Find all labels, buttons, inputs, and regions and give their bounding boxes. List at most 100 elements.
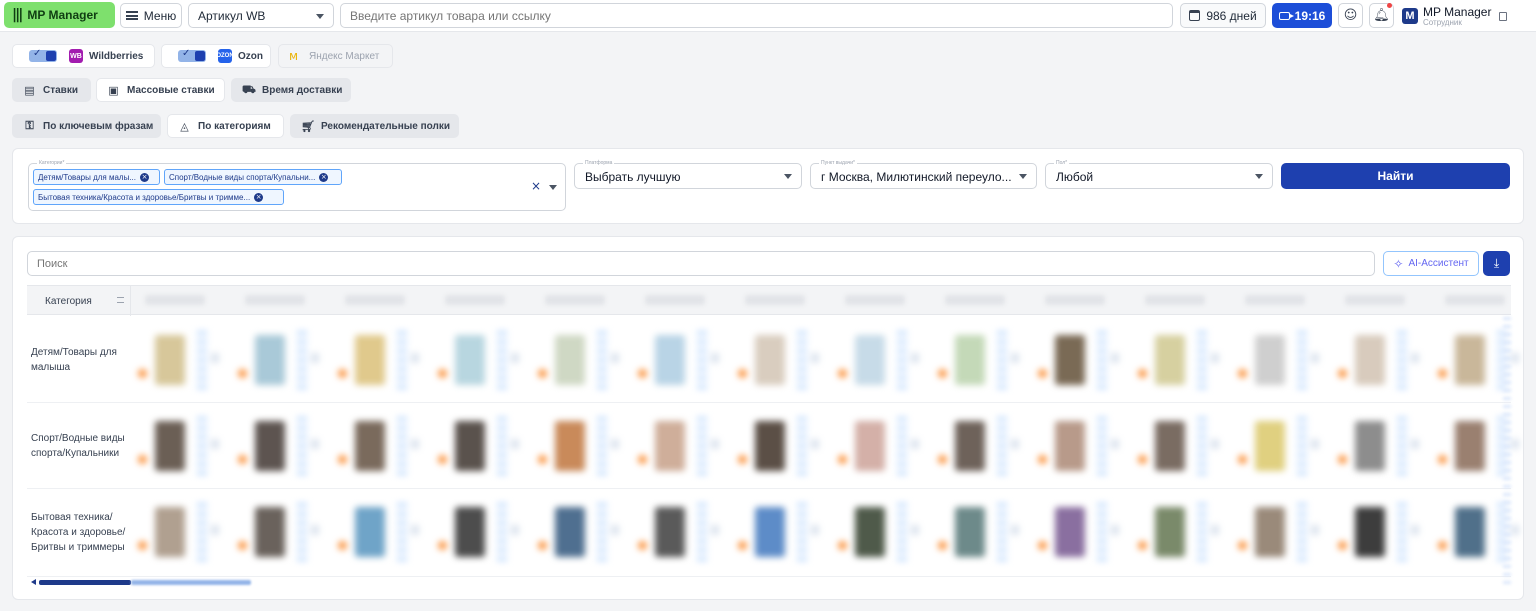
top-bar: ||| MP Manager Меню Артикул WB 986 дней …	[0, 0, 1536, 32]
marketplace-yandex[interactable]: ᴍ Яндекс Маркет	[278, 44, 393, 68]
blurred-product-cell	[635, 411, 725, 481]
copy-icon[interactable]	[1499, 11, 1508, 21]
sex-value: Любой	[1056, 170, 1094, 184]
blurred-column-header	[1345, 295, 1405, 305]
tab-by-keywords-label: По ключевым фразам	[43, 120, 154, 132]
tab-by-categories[interactable]: ◬ По категориям	[167, 114, 284, 138]
wildberries-label: Wildberries	[89, 50, 144, 62]
blurred-product-cell	[1135, 411, 1225, 481]
remove-chip-icon[interactable]: ×	[140, 172, 149, 182]
category-chip[interactable]: Спорт/Водные виды спорта/Купальни... ×	[164, 169, 342, 185]
tab-mass-bids-label: Массовые ставки	[127, 84, 215, 96]
categories-label: Категории*	[37, 159, 67, 167]
smiley-button[interactable]: ☺	[1338, 3, 1363, 28]
cart-icon: 🛒︎	[301, 119, 315, 133]
sex-select[interactable]: Пол* Любой	[1045, 159, 1273, 189]
article-type-select[interactable]: Артикул WB	[188, 3, 334, 28]
ozon-toggle[interactable]: ✓	[178, 48, 206, 62]
marketplace-ozon[interactable]: ✓ OZON Ozon	[161, 44, 271, 68]
brand-mark-icon: |||	[12, 7, 23, 23]
mass-bids-icon: ▣	[108, 83, 119, 97]
table-row: Детям/Товары для малыша	[27, 317, 1519, 403]
brand-name: MP Manager	[27, 8, 98, 22]
column-menu-icon[interactable]	[117, 297, 124, 303]
blurred-product-cell	[235, 325, 325, 395]
row-category-label: Спорт/Водные виды спорта/Купальники	[27, 403, 131, 488]
category-chip[interactable]: Детям/Товары для малы... ×	[33, 169, 160, 185]
remove-chip-icon[interactable]: ×	[254, 192, 264, 202]
find-button[interactable]: Найти	[1281, 163, 1510, 189]
ai-assistant-label: AI-Ассистент	[1408, 258, 1469, 269]
wildberries-logo-icon: WB	[69, 49, 83, 63]
hamburger-icon	[125, 11, 138, 20]
scroll-left-icon[interactable]	[31, 579, 36, 585]
scroll-thumb[interactable]	[39, 580, 131, 585]
category-chip[interactable]: Бытовая техника/Красота и здоровье/Бритв…	[33, 189, 284, 205]
blurred-product-cell	[1235, 411, 1325, 481]
marketplace-wildberries[interactable]: ✓ WB Wildberries	[12, 44, 155, 68]
blurred-product-cell	[1035, 411, 1125, 481]
truck-icon: ⛟	[242, 82, 256, 96]
categories-select[interactable]: Категории* Детям/Товары для малы... × Сп…	[28, 159, 566, 211]
blurred-column-header	[1445, 295, 1505, 305]
tab-delivery-time[interactable]: ⛟ Время доставки	[231, 78, 351, 102]
notifications-button[interactable]: 🔔︎	[1369, 3, 1394, 28]
timer-button[interactable]: 19:16	[1272, 3, 1332, 28]
bids-icon: ▤	[24, 83, 35, 97]
vertical-scrollbar[interactable]	[1503, 317, 1511, 589]
remove-chip-icon[interactable]: ×	[319, 172, 329, 182]
scroll-track	[131, 580, 251, 585]
blurred-column-header	[145, 295, 205, 305]
platform-select[interactable]: Платформа Выбрать лучшую	[574, 159, 802, 189]
results-search-input[interactable]	[27, 251, 1375, 276]
pickup-point-label: Пункт выдачи*	[819, 159, 857, 167]
pickup-point-select[interactable]: Пункт выдачи* г Москва, Милютинский пере…	[810, 159, 1037, 189]
blurred-product-cell	[1335, 497, 1425, 567]
ai-assistant-button[interactable]: ✧ AI-Ассистент	[1383, 251, 1479, 276]
chevron-down-icon	[1255, 174, 1263, 179]
blurred-column-header	[945, 295, 1005, 305]
menu-label: Меню	[143, 8, 177, 23]
filters-panel: Категории* Детям/Товары для малы... × Сп…	[12, 148, 1524, 224]
blurred-product-cell	[935, 325, 1025, 395]
account-text: MP Manager Сотрудник	[1423, 6, 1491, 27]
tab-by-categories-label: По категориям	[198, 120, 271, 132]
brand-logo[interactable]: ||| MP Manager	[4, 2, 115, 28]
blurred-product-cell	[635, 325, 725, 395]
account-menu[interactable]: M MP Manager Сотрудник	[1402, 2, 1528, 30]
blurred-product-cell	[1035, 497, 1125, 567]
blurred-product-cell	[635, 497, 725, 567]
results-panel: ✧ AI-Ассистент ⤓ Категория Детям/Товары …	[12, 236, 1524, 600]
blurred-product-cell	[135, 497, 225, 567]
account-role: Сотрудник	[1423, 17, 1462, 27]
horizontal-scrollbar[interactable]	[31, 579, 1511, 586]
platform-label: Платформа	[583, 159, 615, 167]
tab-recommended-shelves[interactable]: 🛒︎ Рекомендательные полки	[290, 114, 459, 138]
wildberries-toggle[interactable]: ✓	[29, 48, 57, 62]
tab-bids[interactable]: ▤ Ставки	[12, 78, 91, 102]
avatar: M	[1402, 8, 1418, 24]
blurred-product-cell	[1135, 325, 1225, 395]
timer-value: 19:16	[1294, 8, 1326, 23]
blurred-column-header	[245, 295, 305, 305]
download-button[interactable]: ⤓	[1483, 251, 1510, 276]
subscription-days-button[interactable]: 986 дней	[1180, 3, 1266, 28]
category-column-header[interactable]: Категория	[27, 286, 131, 316]
tab-by-keywords[interactable]: ⚿ По ключевым фразам	[12, 114, 161, 138]
days-label: 986 дней	[1206, 8, 1257, 23]
row-category-label: Бытовая техника/Красота и здоровье/Бритв…	[27, 489, 131, 576]
blurred-product-cell	[735, 497, 825, 567]
blurred-product-cell	[435, 325, 525, 395]
article-search-input[interactable]	[340, 3, 1173, 28]
blurred-product-cell	[735, 411, 825, 481]
blurred-product-cell	[135, 325, 225, 395]
blurred-product-cell	[535, 325, 625, 395]
tab-mass-bids[interactable]: ▣ Массовые ставки	[96, 78, 225, 102]
blurred-product-cell	[935, 497, 1025, 567]
blurred-product-cell	[1235, 325, 1325, 395]
menu-button[interactable]: Меню	[120, 3, 182, 28]
clear-icon[interactable]: ×	[531, 179, 541, 193]
chevron-down-icon[interactable]	[549, 185, 557, 190]
blurred-product-cell	[135, 411, 225, 481]
shapes-icon: ◬	[180, 119, 189, 133]
